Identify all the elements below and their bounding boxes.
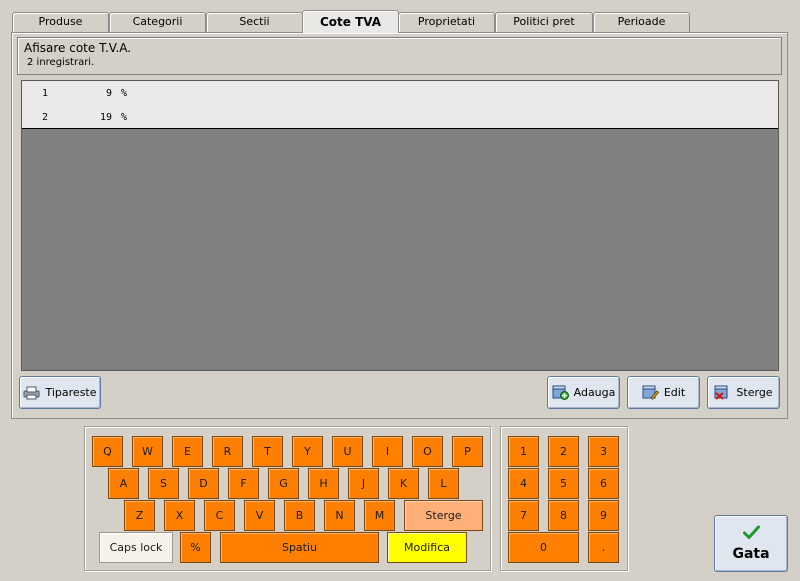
tab-categorii[interactable]: Categorii (109, 12, 206, 32)
key-i[interactable]: I (372, 436, 403, 467)
key-u[interactable]: U (332, 436, 363, 467)
delete-icon (714, 385, 728, 400)
modify-key[interactable]: Modifica (387, 532, 467, 563)
key-v[interactable]: V (244, 500, 275, 531)
key-j[interactable]: J (348, 468, 379, 499)
done-button[interactable]: Gata (714, 515, 788, 572)
row-unit: % (121, 112, 128, 123)
print-button[interactable]: Tipareste (19, 376, 101, 409)
tab-bar: Produse Categorii Sectii Cote TVA Propri… (0, 0, 800, 33)
key-p[interactable]: P (452, 436, 483, 467)
key-q[interactable]: Q (92, 436, 123, 467)
numpad-key-1[interactable]: 1 (508, 436, 539, 467)
numpad-key-8[interactable]: 8 (548, 500, 579, 531)
key-n[interactable]: N (324, 500, 355, 531)
space-key[interactable]: Spatiu (220, 532, 379, 563)
record-count: 2 inregistrari. (27, 57, 95, 68)
key-m[interactable]: M (364, 500, 395, 531)
key-f[interactable]: F (228, 468, 259, 499)
edit-button-label: Edit (663, 386, 686, 399)
row-unit: % (121, 88, 128, 99)
key-y[interactable]: Y (292, 436, 323, 467)
row-id: 2 (42, 112, 49, 123)
tab-cote-tva[interactable]: Cote TVA (302, 10, 399, 33)
add-button-label: Adauga (573, 386, 616, 399)
numpad-key-7[interactable]: 7 (508, 500, 539, 531)
numpad-key-4[interactable]: 4 (508, 468, 539, 499)
key-c[interactable]: C (204, 500, 235, 531)
key-s[interactable]: S (148, 468, 179, 499)
key-x[interactable]: X (164, 500, 195, 531)
key-t[interactable]: T (252, 436, 283, 467)
numpad-key-2[interactable]: 2 (548, 436, 579, 467)
tab-perioade[interactable]: Perioade (593, 12, 690, 32)
list-header: Afisare cote T.V.A. 2 inregistrari. (17, 37, 782, 75)
tab-sectii[interactable]: Sectii (206, 12, 303, 32)
backspace-key[interactable]: Sterge (404, 500, 483, 531)
done-button-label: Gata (732, 546, 770, 562)
key-h[interactable]: H (308, 468, 339, 499)
row-value: 19 (99, 112, 112, 123)
key-g[interactable]: G (268, 468, 299, 499)
numpad-key-5[interactable]: 5 (548, 468, 579, 499)
vat-panel: Afisare cote T.V.A. 2 inregistrari. 1 9 … (11, 32, 788, 419)
checkmark-icon (743, 525, 760, 539)
row-value: 9 (105, 88, 112, 99)
numpad-key-0[interactable]: 0 (508, 532, 579, 563)
key-a[interactable]: A (108, 468, 139, 499)
key-z[interactable]: Z (124, 500, 155, 531)
key-b[interactable]: B (284, 500, 315, 531)
grid-rows: 1 9 % 2 19 % (22, 81, 778, 129)
add-button[interactable]: Adauga (547, 376, 620, 409)
delete-button-label: Sterge (736, 386, 773, 399)
key-r[interactable]: R (212, 436, 243, 467)
tab-proprietati[interactable]: Proprietati (398, 12, 495, 32)
edit-button[interactable]: Edit (627, 376, 700, 409)
numpad-key-dot[interactable]: . (588, 532, 619, 563)
vat-grid[interactable]: 1 9 % 2 19 % (21, 80, 779, 371)
caps-lock-key[interactable]: Caps lock (99, 532, 173, 563)
table-row[interactable]: 2 19 % (22, 105, 778, 129)
key-e[interactable]: E (172, 436, 203, 467)
numpad-key-9[interactable]: 9 (588, 500, 619, 531)
key-w[interactable]: W (132, 436, 163, 467)
numpad-key-3[interactable]: 3 (588, 436, 619, 467)
table-row[interactable]: 1 9 % (22, 81, 778, 105)
key-o[interactable]: O (412, 436, 443, 467)
printer-icon (23, 386, 40, 400)
tab-produse[interactable]: Produse (12, 12, 109, 32)
key-l[interactable]: L (428, 468, 459, 499)
page-title: Afisare cote T.V.A. (24, 41, 132, 55)
print-button-label: Tipareste (45, 386, 97, 399)
row-id: 1 (42, 88, 49, 99)
numpad-key-6[interactable]: 6 (588, 468, 619, 499)
edit-icon (642, 385, 659, 400)
key-d[interactable]: D (188, 468, 219, 499)
delete-button[interactable]: Sterge (707, 376, 780, 409)
key-percent[interactable]: % (180, 532, 211, 563)
add-icon (552, 385, 569, 400)
tab-politici-pret[interactable]: Politici pret (495, 12, 593, 32)
key-k[interactable]: K (388, 468, 419, 499)
